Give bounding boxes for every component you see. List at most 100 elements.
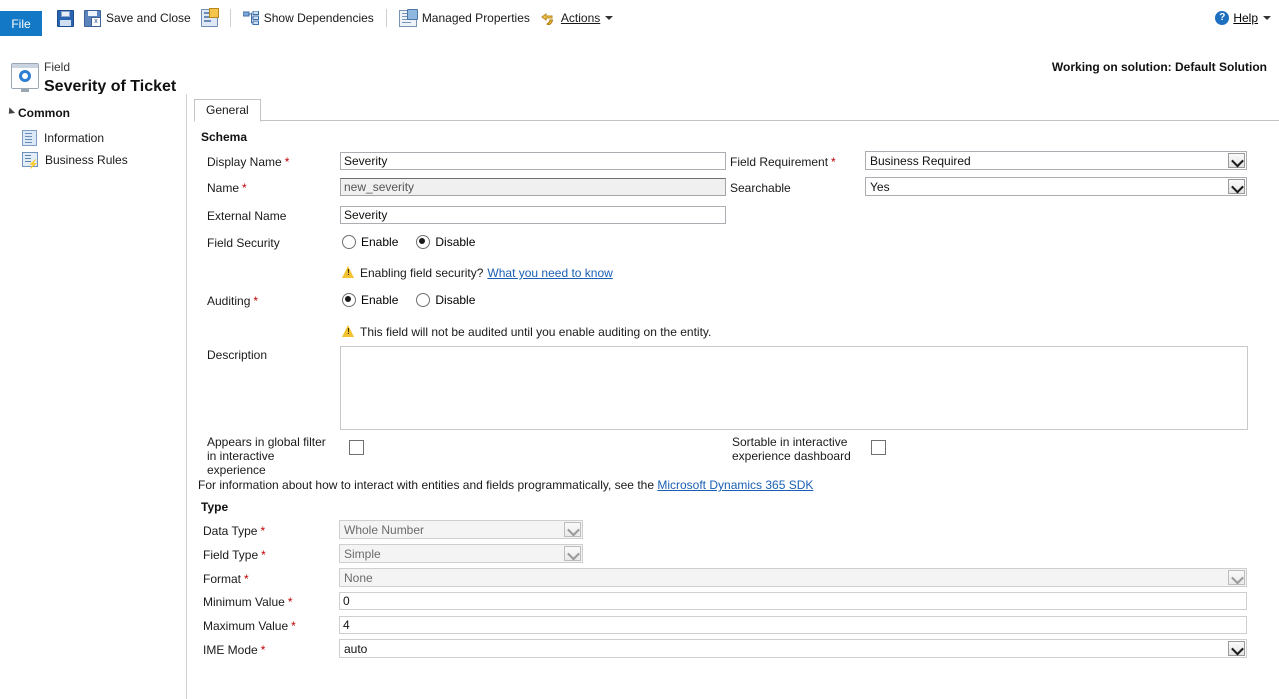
field-requirement-value: Business Required — [870, 154, 971, 168]
working-on-solution-label: Working on solution: Default Solution — [1052, 60, 1267, 74]
required-asterisk: * — [288, 595, 293, 609]
chevron-down-icon[interactable] — [1228, 153, 1245, 168]
required-asterisk: * — [291, 619, 296, 633]
chevron-down-icon[interactable] — [1228, 641, 1245, 656]
field-requirement-select[interactable]: Business Required — [865, 151, 1247, 170]
field-security-enable-radio[interactable]: Enable — [342, 235, 398, 249]
warning-icon — [342, 325, 355, 337]
searchable-value: Yes — [870, 180, 890, 194]
save-and-close-button[interactable]: Save and Close — [79, 0, 196, 36]
description-textarea[interactable] — [340, 346, 1248, 430]
field-type-label: Field Type* — [203, 548, 266, 562]
required-asterisk: * — [253, 294, 258, 308]
global-filter-label: Appears in global filter in interactive … — [207, 435, 332, 477]
auditing-disable-radio[interactable]: Disable — [416, 293, 475, 307]
actions-label: Actions — [561, 11, 600, 25]
global-filter-checkbox[interactable] — [349, 440, 364, 455]
minimum-value-label: Minimum Value* — [203, 595, 292, 609]
save-button[interactable] — [52, 0, 79, 36]
save-and-new-icon — [201, 9, 218, 27]
field-type-select[interactable]: Simple — [339, 544, 583, 563]
sidebar-group-label: Common — [18, 106, 70, 120]
field-security-disable-radio[interactable]: Disable — [416, 235, 475, 249]
auditing-warning: This field will not be audited until you… — [342, 325, 711, 339]
help-icon: ? — [1215, 11, 1229, 25]
field-security-warning-link[interactable]: What you need to know — [487, 266, 612, 280]
format-label: Format* — [203, 572, 249, 586]
show-dependencies-button[interactable]: Show Dependencies — [238, 0, 379, 36]
sidebar-item-label: Information — [44, 131, 104, 145]
required-asterisk: * — [285, 155, 290, 169]
searchable-label: Searchable — [730, 181, 791, 195]
sidebar-item-business-rules[interactable]: Business Rules — [22, 152, 128, 167]
managed-properties-label: Managed Properties — [422, 11, 530, 25]
display-name-label: Display Name* — [207, 155, 289, 169]
managed-properties-button[interactable]: Managed Properties — [394, 0, 535, 36]
field-security-enable-label: Enable — [361, 235, 398, 249]
field-type-value: Simple — [344, 547, 381, 561]
tab-general-label: General — [206, 103, 249, 117]
type-section-title: Type — [201, 500, 228, 514]
field-security-disable-label: Disable — [435, 235, 475, 249]
format-select[interactable]: None — [339, 568, 1247, 587]
main-content: General Schema Display Name* Field Requi… — [187, 94, 1279, 699]
file-tab[interactable]: File — [0, 11, 42, 36]
data-type-label: Data Type* — [203, 524, 265, 538]
field-security-warning: Enabling field security? What you need t… — [342, 266, 613, 280]
help-button[interactable]: ? Help — [1215, 0, 1271, 36]
actions-icon — [540, 11, 556, 25]
ime-mode-value: auto — [344, 642, 367, 656]
field-security-radio-group: Enable Disable — [342, 235, 493, 249]
auditing-radio-group: Enable Disable — [342, 293, 493, 307]
data-type-select[interactable]: Whole Number — [339, 520, 583, 539]
sdk-note-link[interactable]: Microsoft Dynamics 365 SDK — [657, 478, 813, 492]
actions-button[interactable]: Actions — [535, 0, 618, 36]
chevron-down-icon[interactable] — [1228, 179, 1245, 194]
radio-dot-icon — [416, 235, 430, 249]
sdk-note-text: For information about how to interact wi… — [198, 478, 654, 492]
save-icon — [57, 10, 74, 27]
auditing-disable-label: Disable — [435, 293, 475, 307]
radio-dot-icon — [416, 293, 430, 307]
chevron-down-icon[interactable] — [564, 546, 581, 561]
format-value: None — [344, 571, 373, 585]
name-input[interactable] — [340, 178, 726, 196]
maximum-value-input[interactable] — [339, 616, 1247, 634]
sidebar-group-common[interactable]: Common — [8, 106, 70, 120]
auditing-enable-radio[interactable]: Enable — [342, 293, 398, 307]
information-icon — [22, 130, 37, 146]
sidebar-item-label: Business Rules — [45, 153, 128, 167]
field-icon — [11, 63, 39, 89]
chevron-down-icon[interactable] — [564, 522, 581, 537]
chevron-down-icon[interactable] — [1228, 570, 1245, 585]
ime-mode-select[interactable]: auto — [339, 639, 1247, 658]
auditing-enable-label: Enable — [361, 293, 398, 307]
warning-icon — [342, 266, 355, 278]
collapse-triangle-icon — [6, 107, 15, 116]
ime-mode-label: IME Mode* — [203, 643, 265, 657]
help-chevron-down-icon — [1263, 16, 1271, 20]
file-tab-label: File — [11, 17, 30, 31]
header-entity-label: Field — [44, 60, 70, 74]
save-and-new-button[interactable] — [196, 0, 223, 36]
searchable-select[interactable]: Yes — [865, 177, 1247, 196]
auditing-label: Auditing* — [207, 294, 258, 308]
toolbar-separator-2 — [386, 9, 387, 27]
business-rules-icon — [22, 152, 38, 167]
external-name-label: External Name — [207, 209, 286, 223]
minimum-value-input[interactable] — [339, 592, 1247, 610]
ribbon-button-group: Save and Close Show Dependencies — [52, 0, 618, 36]
sortable-checkbox[interactable] — [871, 440, 886, 455]
show-dependencies-label: Show Dependencies — [264, 11, 374, 25]
ribbon-toolbar: File Save and Close — [0, 0, 1279, 37]
save-and-close-icon — [84, 10, 101, 27]
required-asterisk: * — [831, 155, 836, 169]
sidebar-item-information[interactable]: Information — [22, 130, 104, 146]
external-name-input[interactable] — [340, 206, 726, 224]
chevron-down-icon — [605, 16, 613, 20]
field-security-label: Field Security — [207, 236, 280, 250]
tab-general[interactable]: General — [194, 99, 261, 122]
display-name-input[interactable] — [340, 152, 726, 170]
radio-dot-icon — [342, 235, 356, 249]
radio-dot-icon — [342, 293, 356, 307]
